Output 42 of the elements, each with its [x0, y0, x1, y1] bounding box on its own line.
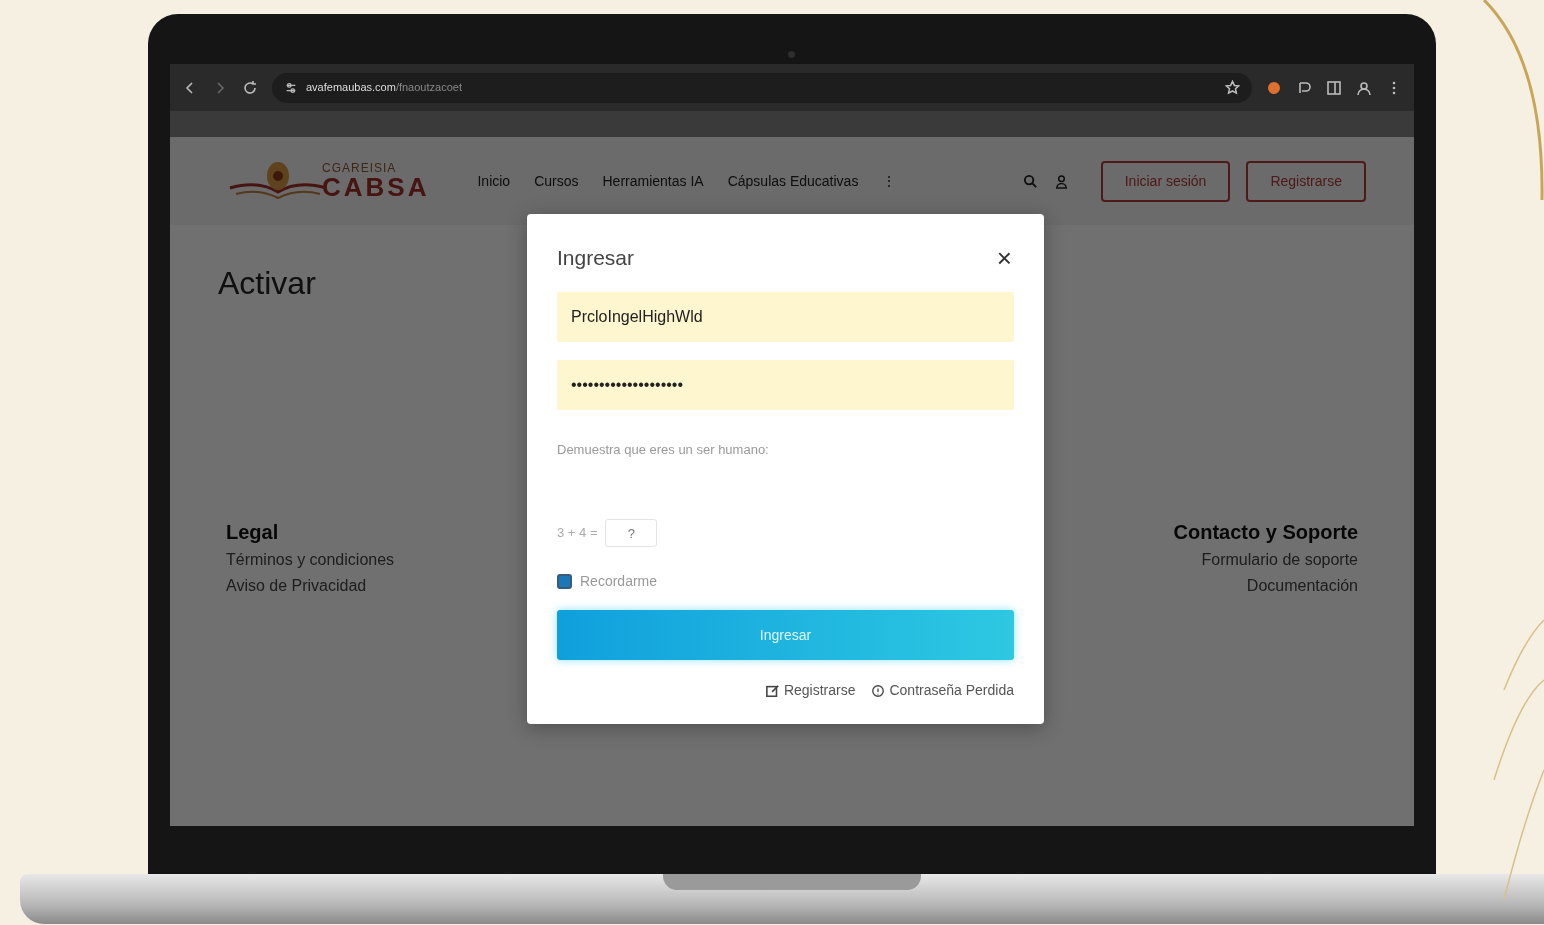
sidebar-icon[interactable] [1326, 79, 1342, 96]
logo-text: CABSA [322, 174, 430, 200]
nav-link[interactable]: Cursos [534, 170, 579, 192]
register-button[interactable]: Registrarse [1246, 160, 1366, 202]
checkbox-label: Recordarme [580, 572, 658, 591]
password-field[interactable]: •••••••••••••••••••• [557, 359, 1014, 410]
page-title: Activar [218, 264, 316, 303]
edit-icon [765, 683, 780, 698]
reload-icon[interactable] [242, 79, 258, 96]
footer-link[interactable]: Formulario de soporte [1173, 547, 1358, 573]
modal-link[interactable]: Registrarse [783, 680, 856, 701]
nav-link[interactable]: Cápsulas Educativas [727, 170, 859, 192]
info-circle-icon [871, 683, 886, 698]
modal-title: Ingresar [557, 245, 635, 271]
footer-heading: Contacto y Soporte [1173, 520, 1358, 545]
history-icon[interactable] [1296, 79, 1312, 96]
site-info-icon[interactable] [284, 80, 298, 95]
footer-link[interactable]: Documentación [1173, 572, 1358, 599]
profile-icon[interactable] [1356, 79, 1372, 96]
captcha-label: Demuestra que eres un ser humano: [557, 440, 770, 459]
footer-link[interactable]: Aviso de Privacidad [226, 572, 395, 599]
nav-link[interactable]: Inicio [477, 170, 511, 192]
remember-checkbox[interactable] [557, 574, 572, 589]
footer-link[interactable]: Términos y condiciones [226, 547, 395, 573]
logo-text: CGAREISIA [322, 162, 398, 174]
modal-link[interactable]: Contraseña Perdida [889, 680, 1014, 701]
star-icon[interactable] [1225, 80, 1240, 95]
close-button[interactable]: × [994, 244, 1014, 271]
captcha-field[interactable]: ? [605, 519, 658, 547]
extension-icon[interactable] [1266, 79, 1282, 96]
login-button[interactable]: Iniciar sesión [1100, 160, 1231, 202]
captcha-question: 3 + 4 = [557, 524, 598, 543]
nav-link[interactable]: Herramientas IA [602, 170, 704, 192]
address-bar[interactable]: avafemaubas.com/fnaoutzacoet [272, 72, 1252, 103]
camera-icon [788, 51, 795, 58]
user-icon[interactable] [1053, 173, 1069, 189]
submit-button[interactable]: Ingresar [557, 610, 1014, 660]
search-icon[interactable] [1022, 173, 1038, 189]
url-text: avafemaubas.com/fnaoutzacoet [306, 80, 462, 96]
footer-heading: Legal [226, 520, 280, 545]
nav-link[interactable]: ⋮ [882, 170, 897, 192]
username-field[interactable]: PrcloIngelHighWld [557, 291, 1014, 342]
